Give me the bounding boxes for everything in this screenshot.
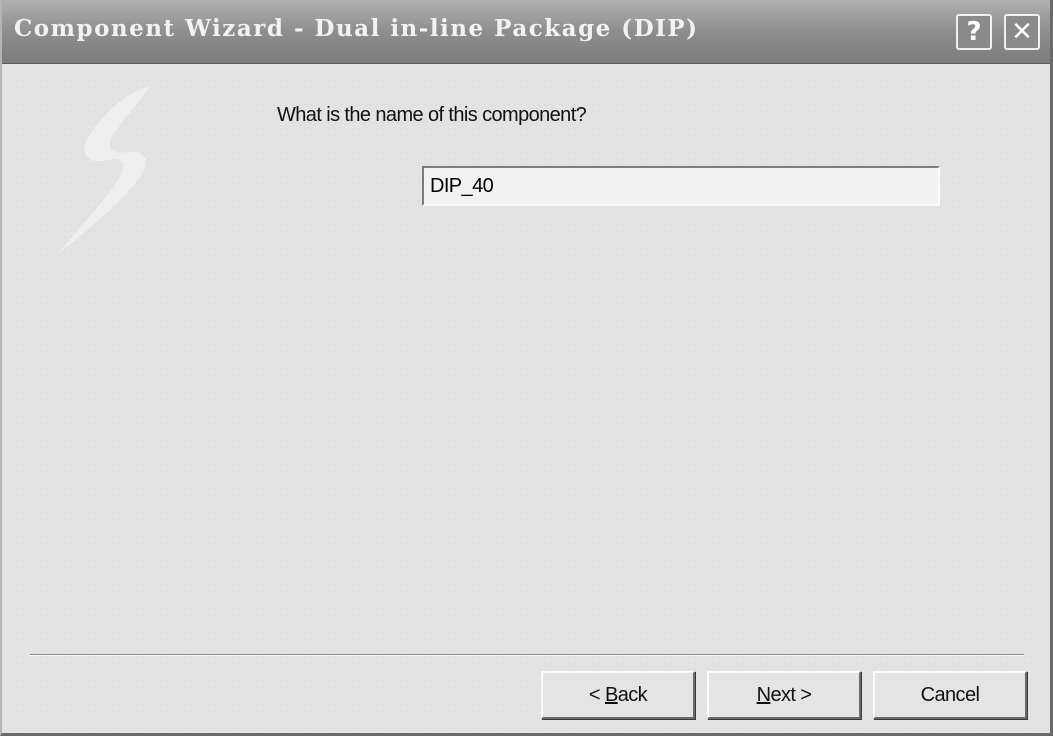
cancel-button[interactable]: Cancel [873, 671, 1027, 719]
next-arrow: > [800, 683, 812, 706]
wizard-lightning-icon [56, 86, 150, 256]
window-title: Component Wizard - Dual in-line Package … [14, 15, 699, 42]
back-button[interactable]: < Back [541, 671, 695, 719]
component-name-input[interactable] [422, 166, 940, 206]
back-arrow: < [588, 683, 601, 706]
help-icon[interactable]: ? [956, 14, 992, 50]
title-bar[interactable]: Component Wizard - Dual in-line Package … [2, 0, 1050, 64]
next-button[interactable]: Next > [707, 671, 861, 719]
back-label-rest: ack [617, 683, 648, 706]
next-label-rest: ext [770, 683, 796, 706]
back-mnemonic: B [604, 683, 618, 706]
footer-divider [30, 654, 1024, 656]
close-icon[interactable]: ✕ [1004, 14, 1040, 50]
component-name-prompt: What is the name of this component? [277, 104, 587, 126]
wizard-window: Component Wizard - Dual in-line Package … [0, 0, 1053, 736]
cancel-label: Cancel [920, 683, 980, 706]
next-mnemonic: N [756, 683, 771, 706]
